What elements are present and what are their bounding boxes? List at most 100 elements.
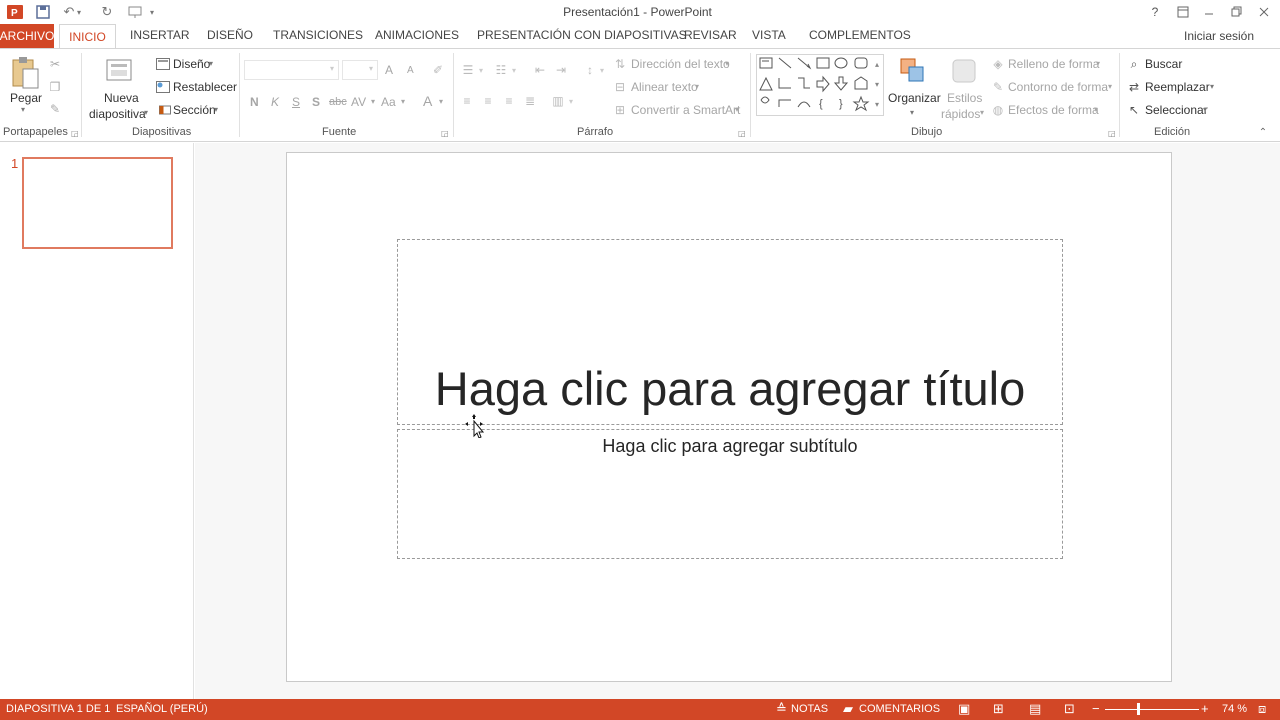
new-slide-icon[interactable]	[104, 55, 134, 85]
bullets-icon[interactable]: ☰	[459, 62, 477, 78]
paste-button[interactable]: Pegar	[10, 91, 42, 105]
select-icon[interactable]: ↖	[1126, 102, 1142, 118]
select-dropdown-icon[interactable]: ▾	[1203, 105, 1207, 114]
align-center-icon[interactable]: ≡	[480, 93, 496, 109]
numbering-dropdown-icon[interactable]: ▾	[510, 62, 518, 78]
shape-effects-icon[interactable]: ◍	[990, 102, 1006, 118]
replace-icon[interactable]: ⇄	[1126, 79, 1142, 95]
clear-formatting-icon[interactable]: ✐	[430, 62, 446, 78]
notes-icon[interactable]: ≙	[776, 701, 787, 717]
font-name-box[interactable]	[244, 60, 339, 80]
fit-to-window-icon[interactable]: ⧈	[1258, 701, 1266, 717]
align-left-icon[interactable]: ≡	[459, 93, 475, 109]
new-slide-label-1[interactable]: Nueva	[104, 91, 139, 105]
collapse-ribbon-icon[interactable]: ⌃	[1256, 125, 1270, 139]
section-button[interactable]: Sección	[173, 103, 216, 117]
slide-sorter-icon[interactable]: ⊞	[993, 701, 1004, 717]
drawing-launcher-icon[interactable]: ◲	[1108, 129, 1116, 138]
close-icon[interactable]	[1251, 2, 1277, 22]
layout-button[interactable]: Diseño	[173, 57, 210, 71]
tab-inicio[interactable]: INICIO	[59, 24, 116, 49]
slide-thumbnail[interactable]	[22, 157, 173, 249]
quick-styles-dropdown-icon[interactable]: ▾	[980, 108, 984, 117]
zoom-slider[interactable]	[1105, 709, 1199, 710]
reset-button[interactable]: Restablecer	[173, 80, 237, 94]
smartart-dropdown-icon[interactable]: ▾	[735, 105, 739, 114]
text-direction-button[interactable]: Dirección del texto	[631, 57, 730, 71]
select-button[interactable]: Seleccionar	[1145, 103, 1208, 117]
zoom-out-button[interactable]: −	[1092, 701, 1100, 716]
minimize-icon[interactable]	[1196, 2, 1222, 22]
shape-effects-dropdown-icon[interactable]: ▾	[1094, 105, 1098, 114]
slideshow-icon[interactable]: ⊡	[1064, 701, 1075, 717]
shape-outline-icon[interactable]: ✎	[990, 79, 1006, 95]
tab-animaciones[interactable]: ANIMACIONES	[375, 28, 459, 42]
zoom-level[interactable]: 74 %	[1222, 703, 1247, 715]
bullets-dropdown-icon[interactable]: ▾	[477, 62, 485, 78]
smartart-icon[interactable]: ⊞	[612, 102, 628, 118]
strikethrough-button[interactable]: abc	[329, 96, 347, 108]
find-button[interactable]: Buscar	[1145, 57, 1182, 71]
new-slide-dropdown-icon[interactable]: ▾	[144, 108, 148, 117]
section-icon[interactable]	[158, 103, 172, 117]
paragraph-launcher-icon[interactable]: ◲	[738, 129, 746, 138]
font-size-dropdown-icon[interactable]: ▾	[369, 64, 373, 73]
zoom-in-button[interactable]: +	[1201, 701, 1209, 716]
columns-dropdown-icon[interactable]: ▾	[567, 93, 575, 109]
signin-link[interactable]: Iniciar sesión	[1184, 29, 1254, 43]
char-spacing-button[interactable]: AV	[351, 95, 366, 109]
char-spacing-dropdown-icon[interactable]: ▾	[371, 97, 375, 106]
shape-outline-dropdown-icon[interactable]: ▾	[1108, 82, 1112, 91]
font-launcher-icon[interactable]: ◲	[441, 129, 449, 138]
shape-fill-icon[interactable]: ◈	[990, 56, 1006, 72]
comments-button[interactable]: COMENTARIOS	[859, 703, 940, 715]
tab-presentacion[interactable]: PRESENTACIÓN CON DIAPOSITIVAS	[477, 28, 687, 42]
shrink-font-button[interactable]: A	[407, 65, 414, 76]
title-placeholder[interactable]: Haga clic para agregar título	[397, 239, 1063, 425]
tab-diseno[interactable]: DISEÑO	[207, 28, 253, 42]
shadow-button[interactable]: S	[312, 95, 320, 109]
paste-icon[interactable]	[9, 55, 41, 91]
restore-icon[interactable]	[1224, 2, 1250, 22]
layout-dropdown-icon[interactable]: ▾	[209, 59, 213, 68]
line-spacing-dropdown-icon[interactable]: ▾	[598, 62, 606, 78]
shapes-scroll-up-icon[interactable]: ▴	[870, 55, 884, 73]
slide-canvas[interactable]: Haga clic para agregar título Haga clic …	[286, 152, 1172, 682]
shape-fill-button[interactable]: Relleno de forma	[1008, 57, 1099, 71]
grow-font-button[interactable]: A	[385, 63, 393, 77]
find-icon[interactable]: ⌕	[1126, 56, 1142, 72]
align-right-icon[interactable]: ≡	[501, 93, 517, 109]
text-direction-dropdown-icon[interactable]: ▾	[725, 59, 729, 68]
justify-icon[interactable]: ≣	[522, 93, 538, 109]
layout-icon[interactable]	[155, 57, 171, 71]
quick-styles-label-2[interactable]: rápidos	[941, 107, 980, 121]
tab-archivo[interactable]: ARCHIVO	[0, 24, 54, 48]
reading-view-icon[interactable]: ▤	[1029, 701, 1041, 717]
notes-button[interactable]: NOTAS	[791, 703, 828, 715]
subtitle-placeholder[interactable]: Haga clic para agregar subtítulo	[397, 429, 1063, 559]
section-dropdown-icon[interactable]: ▾	[214, 105, 218, 114]
italic-button[interactable]: K	[271, 95, 279, 109]
change-case-button[interactable]: Aa	[381, 95, 396, 109]
increase-indent-icon[interactable]: ⇥	[552, 62, 570, 78]
slide-count[interactable]: DIAPOSITIVA 1 DE 1	[6, 703, 110, 715]
cut-icon[interactable]: ✂	[46, 56, 64, 72]
bold-button[interactable]: N	[250, 95, 259, 109]
help-button[interactable]: ?	[1142, 2, 1168, 22]
quick-styles-label-1[interactable]: Estilos	[947, 91, 982, 105]
reset-icon[interactable]	[155, 80, 171, 94]
shape-outline-button[interactable]: Contorno de forma	[1008, 80, 1108, 94]
comments-icon[interactable]: ▰	[843, 701, 853, 717]
clipboard-launcher-icon[interactable]: ◲	[71, 129, 79, 138]
language-status[interactable]: ESPAÑOL (PERÚ)	[116, 703, 208, 715]
font-color-dropdown-icon[interactable]: ▾	[439, 97, 443, 106]
decrease-indent-icon[interactable]: ⇤	[531, 62, 549, 78]
arrange-button[interactable]: Organizar	[888, 91, 941, 105]
format-painter-icon[interactable]: ✎	[46, 101, 64, 117]
shape-effects-button[interactable]: Efectos de forma	[1008, 103, 1099, 117]
quick-styles-icon[interactable]	[949, 56, 979, 86]
line-spacing-icon[interactable]: ↕	[581, 62, 599, 78]
new-slide-label-2[interactable]: diapositiva	[89, 107, 146, 121]
font-name-dropdown-icon[interactable]: ▾	[330, 64, 334, 73]
smartart-button[interactable]: Convertir a SmartArt	[631, 103, 740, 117]
